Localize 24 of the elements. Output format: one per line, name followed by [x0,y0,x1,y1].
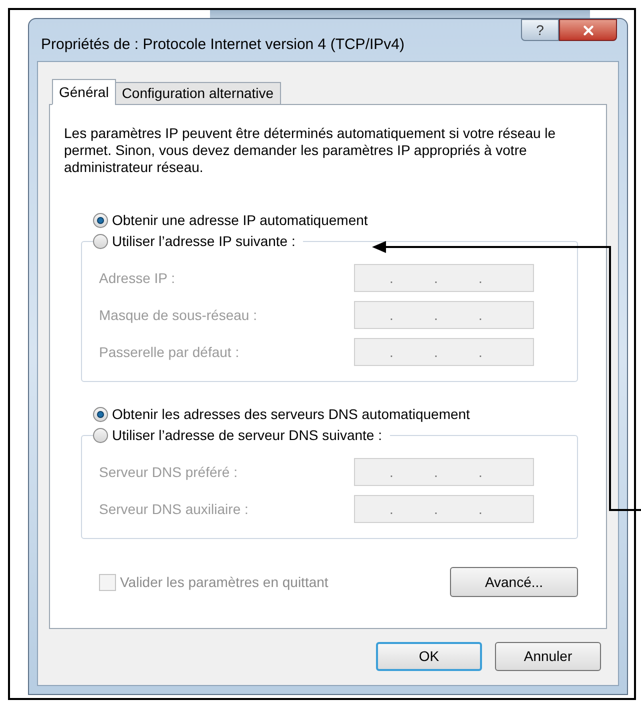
field-label: Serveur DNS préféré : [99,462,238,482]
help-button[interactable]: ? [521,19,559,41]
field-label: Passerelle par défaut : [99,342,240,362]
field-label: Masque de sous-réseau : [99,306,258,325]
radio-label: Utiliser l’adresse IP suivante : [112,232,296,250]
radio-label: Obtenir les adresses des serveurs DNS automatiquement [112,404,470,424]
radio-label: Obtenir une adresse IP automatiquement [112,210,368,230]
radio-button[interactable] [93,406,108,422]
field-label: Adresse IP : [99,268,176,288]
dialog-button[interactable]: Annuler [495,642,601,671]
radio-button[interactable] [93,428,108,442]
advanced-button[interactable]: Avancé... [450,567,578,597]
tab[interactable]: Général [52,79,116,105]
description-text: Les paramètres IP peuvent être déterminés automatiquement si votre réseau le permet. Sinon, vous devez demander les paramètres IP appropriés à votre administrateur réseau. [64,125,557,176]
close-button[interactable] [559,19,617,41]
radio-button[interactable] [93,234,108,248]
radio-label: Utiliser l’adresse de serveur DNS suivante : [112,426,382,444]
radio-button[interactable] [93,212,108,228]
checkbox-label: Valider les paramètres en quittant [120,572,328,592]
tab[interactable]: Configuration alternative [114,82,281,105]
dialog-button[interactable]: OK [376,642,482,671]
window-title: Propriétés de : Protocole Internet version 4 (TCP/IPv4) [41,35,404,55]
close-icon [580,22,596,38]
field-label: Serveur DNS auxiliaire : [99,500,250,518]
